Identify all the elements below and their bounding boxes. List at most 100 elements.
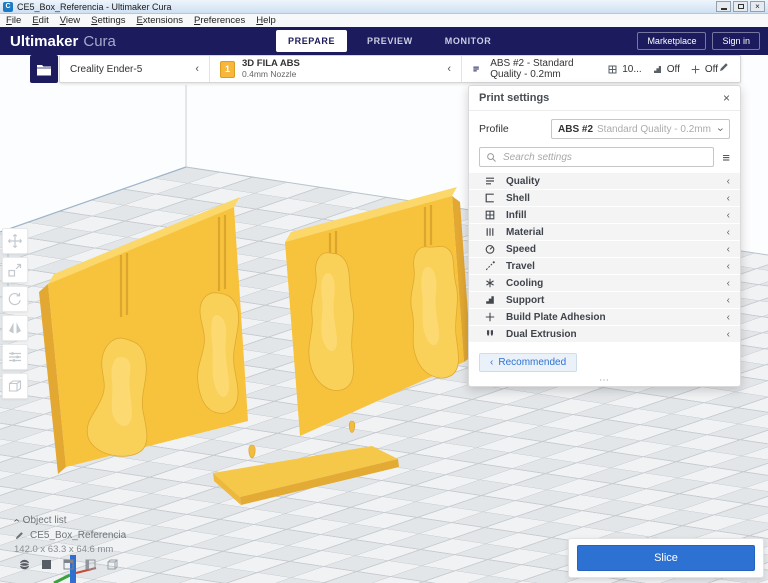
per-model-settings-button[interactable] [2,344,28,370]
print-settings-summary[interactable]: ABS #2 - Standard Quality - 0.2mm 10... … [462,56,740,82]
tool-column [2,228,28,399]
move-tool-button[interactable] [2,228,28,254]
chevron-left-icon: ‹ [727,176,730,187]
support-icon [484,294,496,306]
menu-settings[interactable]: Settings [91,15,125,26]
settings-category-support[interactable]: Support ‹ [469,292,740,308]
search-settings-box[interactable] [479,147,714,167]
caret-up-icon: ‹ [10,519,21,523]
mirror-icon [7,320,23,336]
settings-category-dual-extrusion[interactable]: Dual Extrusion ‹ [469,326,740,342]
slice-button[interactable]: Slice [577,545,755,571]
menu-help[interactable]: Help [256,15,276,26]
support-icon [652,64,663,75]
chevron-left-icon: ‹ [447,64,451,75]
infill-icon [484,209,496,221]
settings-menu-icon[interactable]: ≡ [722,150,730,165]
menu-view[interactable]: View [60,15,80,26]
material-selector[interactable]: 1 3D FILA ABS 0.4mm Nozzle ‹ [210,56,462,82]
marketplace-button[interactable]: Marketplace [637,32,706,50]
profile-summary: ABS #2 - Standard Quality - 0.2mm [490,58,597,80]
settings-category-quality[interactable]: Quality ‹ [469,173,740,189]
mirror-tool-button[interactable] [2,315,28,341]
sign-in-button[interactable]: Sign in [712,32,760,50]
panel-resize-handle[interactable]: ⋯ [599,376,610,386]
menu-bar: File Edit View Settings Extensions Prefe… [0,14,768,28]
layers-icon [472,63,480,75]
cube-icon [7,378,23,394]
travel-icon [484,260,496,272]
view-3d-icon[interactable] [18,558,31,571]
pencil-icon [718,61,730,73]
title-bar: C CE5_Box_Referencia - Ultimaker Cura × [0,0,768,14]
maximize-icon [738,4,744,9]
object-dimensions: 142.0 x 63.3 x 64.6 mm [14,544,126,555]
tab-preview[interactable]: PREVIEW [355,30,425,52]
adhesion-value: Off [705,64,718,75]
chevron-left-icon: ‹ [490,357,493,368]
material-icon [484,226,496,238]
speed-icon [484,243,496,255]
close-panel-icon[interactable]: × [723,91,730,105]
adhesion-icon [484,311,496,323]
support-blocker-button[interactable] [2,373,28,399]
nozzle-size: 0.4mm Nozzle [242,70,300,80]
settings-category-travel[interactable]: Travel ‹ [469,258,740,274]
menu-preferences[interactable]: Preferences [194,15,245,26]
slice-panel: Slice [568,538,764,578]
settings-category-speed[interactable]: Speed ‹ [469,241,740,257]
sliders-icon [7,349,23,365]
rotate-tool-button[interactable] [2,286,28,312]
cooling-icon [484,277,496,289]
chevron-left-icon: ‹ [727,295,730,306]
minimize-icon [721,8,727,10]
settings-category-infill[interactable]: Infill ‹ [469,207,740,223]
scale-tool-button[interactable] [2,257,28,283]
app-header: UltimakerCura PREPARE PREVIEW MONITOR Ma… [0,27,768,55]
pencil-icon [14,530,25,541]
chevron-left-icon: ‹ [727,244,730,255]
edit-settings-button[interactable] [718,60,730,78]
settings-category-material[interactable]: Material ‹ [469,224,740,240]
chevron-left-icon: ‹ [727,227,730,238]
close-button[interactable]: × [750,1,765,12]
open-folder-icon [36,63,52,76]
minimize-button[interactable] [716,1,731,12]
settings-category-cooling[interactable]: Cooling ‹ [469,275,740,291]
profile-dropdown[interactable]: ABS #2 Standard Quality - 0.2mm ‹ [551,119,730,139]
maximize-button[interactable] [733,1,748,12]
profile-name: ABS #2 [558,124,593,135]
printer-selector[interactable]: Creality Ender-5 ‹ [60,56,210,82]
print-settings-panel: Print settings × Profile ABS #2 Standard… [468,85,741,387]
chevron-left-icon: ‹ [727,261,730,272]
view-front-icon[interactable] [40,558,53,571]
view-top-icon[interactable] [62,558,75,571]
menu-file[interactable]: File [6,15,21,26]
infill-value: 10... [622,64,641,75]
object-list-toggle[interactable]: ‹ Object list [14,513,126,528]
settings-category-build-plate-adhesion[interactable]: Build Plate Adhesion ‹ [469,309,740,325]
chevron-left-icon: ‹ [727,312,730,323]
rotate-icon [7,291,23,307]
shell-icon [484,192,496,204]
adhesion-icon [690,64,701,75]
object-list-label: Object list [23,515,67,526]
app-icon: C [3,2,13,12]
chevron-down-icon: ‹ [716,127,727,131]
search-icon [486,152,497,163]
recommended-mode-button[interactable]: ‹ Recommended [479,353,577,372]
camera-view-buttons [18,558,119,571]
tab-prepare[interactable]: PREPARE [276,30,347,52]
open-file-button[interactable] [30,55,58,83]
extruder-badge: 1 [220,61,235,78]
search-settings-input[interactable] [501,151,707,164]
configuration-bar: Creality Ender-5 ‹ 1 3D FILA ABS 0.4mm N… [59,55,741,83]
view-left-icon[interactable] [84,558,97,571]
material-name: 3D FILA ABS [242,59,300,70]
tab-monitor[interactable]: MONITOR [433,30,504,52]
menu-edit[interactable]: Edit [32,15,48,26]
menu-extensions[interactable]: Extensions [137,15,183,26]
object-list-item[interactable]: CE5_Box_Referencia [14,528,126,543]
settings-category-shell[interactable]: Shell ‹ [469,190,740,206]
view-right-icon[interactable] [106,558,119,571]
